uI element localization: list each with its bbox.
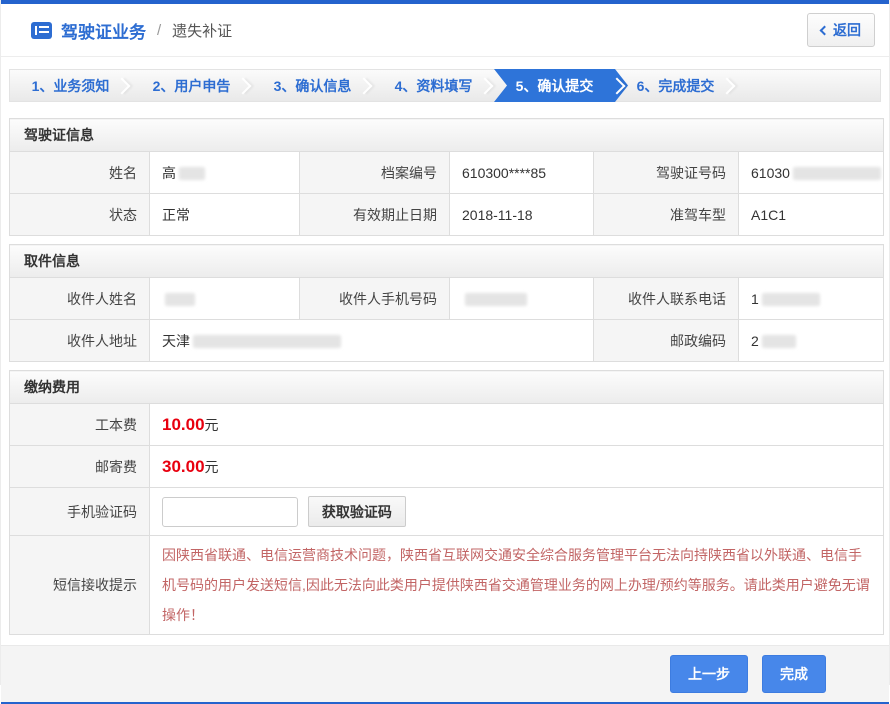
redacted-text: [762, 293, 820, 306]
table-row: 收件人地址 天津 邮政编码 2: [10, 320, 884, 362]
valid-until-value: 2018-11-18: [450, 194, 594, 236]
vehicle-class-value: A1C1: [739, 194, 884, 236]
breadcrumb-divider: /: [157, 22, 161, 39]
step-3-confirm-info[interactable]: 3、确认信息: [252, 70, 373, 101]
get-sms-code-button[interactable]: 获取验证码: [308, 496, 406, 527]
recipient-phone-label: 收件人联系电话: [594, 278, 739, 320]
step-label: 6、完成提交: [637, 76, 715, 96]
redacted-text: [465, 293, 527, 306]
step-label: 1、业务须知: [32, 76, 110, 96]
list-icon: [31, 22, 52, 39]
table-row: 收件人姓名 收件人手机号码 收件人联系电话 1: [10, 278, 884, 320]
redacted-text: [193, 335, 341, 348]
license-no-label: 驾驶证号码: [594, 152, 739, 194]
file-no-value: 610300****85: [450, 152, 594, 194]
mailing-fee-unit: 元: [205, 459, 219, 475]
step-label: 5、确认提交: [516, 76, 594, 96]
postal-code-value: 2: [739, 320, 884, 362]
status-value: 正常: [150, 194, 300, 236]
mailing-fee-value: 30.00元: [150, 446, 884, 488]
vehicle-class-label: 准驾车型: [594, 194, 739, 236]
license-section-title: 驾驶证信息: [10, 119, 884, 152]
redacted-text: [762, 335, 796, 348]
sms-notice-cell: 因陕西省联通、电信运营商技术问题，陕西省互联网交通安全综合服务管理平台无法向持陕…: [150, 536, 884, 635]
back-button[interactable]: 返回: [807, 13, 875, 47]
name-value: 高: [150, 152, 300, 194]
previous-step-button[interactable]: 上一步: [670, 655, 748, 693]
page-title: 驾驶证业务: [61, 18, 146, 43]
table-row: 短信接收提示 因陕西省联通、电信运营商技术问题，陕西省互联网交通安全综合服务管理…: [10, 536, 884, 635]
back-button-label: 返回: [833, 20, 861, 40]
step-2-user-declaration[interactable]: 2、用户申告: [131, 70, 252, 101]
chevron-left-icon: [820, 25, 830, 35]
step-5-confirm-submit-active[interactable]: 5、确认提交: [494, 70, 615, 101]
recipient-name-label: 收件人姓名: [10, 278, 150, 320]
production-fee-unit: 元: [205, 417, 219, 433]
wizard-spacer: [736, 70, 880, 101]
recipient-phone-value: 1: [739, 278, 884, 320]
step-label: 4、资料填写: [395, 76, 473, 96]
status-label: 状态: [10, 194, 150, 236]
pickup-info-section: 取件信息 收件人姓名 收件人手机号码 收件人联系电话 1 收件人地址 天津 邮政…: [9, 244, 881, 362]
file-no-label: 档案编号: [300, 152, 450, 194]
recipient-address-value: 天津: [150, 320, 594, 362]
step-wizard: 1、业务须知 2、用户申告 3、确认信息 4、资料填写 5、确认提交 6、完成提…: [9, 69, 881, 102]
production-fee-amount: 10.00: [162, 415, 205, 434]
finish-button[interactable]: 完成: [762, 655, 826, 693]
mailing-fee-amount: 30.00: [162, 457, 205, 476]
sms-code-cell: 获取验证码: [150, 488, 884, 536]
production-fee-label: 工本费: [10, 404, 150, 446]
license-info-table: 驾驶证信息 姓名 高 档案编号 610300****85 驾驶证号码 61030…: [9, 118, 884, 236]
fees-section: 缴纳费用 工本费 10.00元 邮寄费 30.00元 手机验证码 获取验证码 短…: [9, 370, 881, 635]
table-row: 姓名 高 档案编号 610300****85 驾驶证号码 61030: [10, 152, 884, 194]
production-fee-value: 10.00元: [150, 404, 884, 446]
sms-code-input[interactable]: [162, 497, 298, 527]
breadcrumb: 驾驶证业务 / 遗失补证: [31, 18, 232, 43]
table-row: 邮寄费 30.00元: [10, 446, 884, 488]
sms-code-label: 手机验证码: [10, 488, 150, 536]
pickup-section-title: 取件信息: [10, 245, 884, 278]
license-no-value: 61030: [739, 152, 884, 194]
step-6-finish-submit[interactable]: 6、完成提交: [615, 70, 736, 101]
step-4-fill-data[interactable]: 4、资料填写: [373, 70, 494, 101]
recipient-mobile-value: [450, 278, 594, 320]
redacted-text: [165, 293, 195, 306]
step-label: 2、用户申告: [153, 76, 231, 96]
sms-notice-text: 因陕西省联通、电信运营商技术问题，陕西省互联网交通安全综合服务管理平台无法向持陕…: [162, 536, 883, 634]
mailing-fee-label: 邮寄费: [10, 446, 150, 488]
redacted-text: [793, 167, 881, 180]
table-row: 状态 正常 有效期止日期 2018-11-18 准驾车型 A1C1: [10, 194, 884, 236]
recipient-address-label: 收件人地址: [10, 320, 150, 362]
step-label: 3、确认信息: [274, 76, 352, 96]
recipient-mobile-label: 收件人手机号码: [300, 278, 450, 320]
table-row: 手机验证码 获取验证码: [10, 488, 884, 536]
page-subtitle: 遗失补证: [172, 20, 232, 41]
license-info-section: 驾驶证信息 姓名 高 档案编号 610300****85 驾驶证号码 61030…: [9, 118, 881, 236]
postal-code-label: 邮政编码: [594, 320, 739, 362]
name-label: 姓名: [10, 152, 150, 194]
step-wizard-container: 1、业务须知 2、用户申告 3、确认信息 4、资料填写 5、确认提交 6、完成提…: [1, 57, 889, 118]
pickup-info-table: 取件信息 收件人姓名 收件人手机号码 收件人联系电话 1 收件人地址 天津 邮政…: [9, 244, 884, 362]
fees-table: 缴纳费用 工本费 10.00元 邮寄费 30.00元 手机验证码 获取验证码 短…: [9, 370, 884, 635]
valid-until-label: 有效期止日期: [300, 194, 450, 236]
redacted-text: [179, 167, 205, 180]
step-1-business-notice[interactable]: 1、业务须知: [10, 70, 131, 101]
footer-action-bar: 上一步 完成: [1, 645, 889, 702]
recipient-name-value: [150, 278, 300, 320]
fees-section-title: 缴纳费用: [10, 371, 884, 404]
page-header: 驾驶证业务 / 遗失补证 返回: [1, 4, 889, 57]
table-row: 工本费 10.00元: [10, 404, 884, 446]
sms-notice-label: 短信接收提示: [10, 536, 150, 635]
